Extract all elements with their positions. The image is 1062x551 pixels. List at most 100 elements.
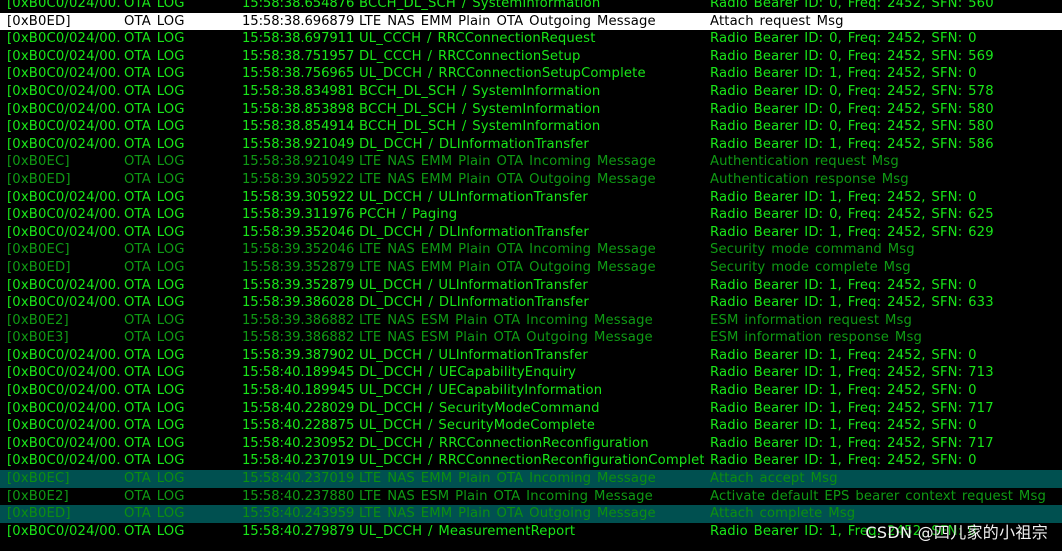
row-message: UL_DCCH / UECapabilityInformation xyxy=(359,383,603,399)
row-type: OTA LOG xyxy=(124,400,185,416)
row-timestamp: 15:58:40.189945 xyxy=(242,365,354,381)
row-timestamp: 15:58:40.228875 xyxy=(242,418,354,434)
log-row[interactable]: [0xB0C0/024/00... OTA LOG 15:58:39.386028 D… xyxy=(0,294,1062,312)
row-code: [0xB0C0/024/00... xyxy=(7,435,120,451)
row-type: OTA LOG xyxy=(124,48,185,64)
log-row[interactable]: [0xB0C0/024/00... OTA LOG 15:58:40.228875 U… xyxy=(0,417,1062,435)
row-message: LTE NAS EMM Plain OTA Outgoing Message xyxy=(359,171,656,187)
log-list[interactable]: [0xB0C0/024/00... OTA LOG 15:58:38.654876 B… xyxy=(0,0,1062,540)
log-row[interactable]: [0xB0C0/024/00... OTA LOG 15:58:39.352046 D… xyxy=(0,224,1062,242)
row-type: OTA LOG xyxy=(124,347,185,363)
row-code: [0xB0C0/024/00... xyxy=(7,101,120,117)
row-timestamp: 15:58:39.352879 xyxy=(242,277,354,293)
row-info: Radio Bearer ID: 0, Freq: 2452, SFN: 560 xyxy=(710,0,994,11)
row-message: UL_DCCH / RRCConnectionReconfigurationCo… xyxy=(359,453,704,469)
log-row[interactable]: [0xB0E3] OTA LOG 15:58:39.386882 LTE NAS ES… xyxy=(0,329,1062,347)
row-code: [0xB0C0/024/00... xyxy=(7,383,120,399)
row-code: [0xB0C0/024/00... xyxy=(7,224,120,240)
row-info: Radio Bearer ID: 1, Freq: 2452, SFN: 586 xyxy=(710,136,994,152)
row-message: UL_CCCH / RRCConnectionRequest xyxy=(359,31,596,47)
row-info: Radio Bearer ID: 1, Freq: 2452, SFN: 0 xyxy=(710,66,977,82)
log-row[interactable]: [0xB0C0/024/00... OTA LOG 15:58:40.189945 U… xyxy=(0,382,1062,400)
log-row[interactable]: [0xB0C0/024/00... OTA LOG 15:58:38.921049 D… xyxy=(0,136,1062,154)
log-row[interactable]: [0xB0C0/024/00... OTA LOG 15:58:39.305922 U… xyxy=(0,189,1062,207)
row-code: [0xB0ED] xyxy=(7,171,71,187)
log-row[interactable]: [0xB0EC] OTA LOG 15:58:40.237019 LTE NAS EM… xyxy=(0,470,1062,488)
row-timestamp: 15:58:39.387902 xyxy=(242,347,354,363)
log-row[interactable]: [0xB0C0/024/00... OTA LOG 15:58:39.352879 U… xyxy=(0,277,1062,295)
row-timestamp: 15:58:40.237019 xyxy=(242,471,354,487)
row-message: LTE NAS EMM Plain OTA Outgoing Message xyxy=(359,259,656,275)
row-info: Radio Bearer ID: 1, Freq: 2452, SFN: 0 xyxy=(710,347,977,363)
row-info: Radio Bearer ID: 0, Freq: 2452, SFN: 625 xyxy=(710,207,994,223)
row-timestamp: 15:58:39.352046 xyxy=(242,242,354,258)
row-timestamp: 15:58:38.834981 xyxy=(242,83,354,99)
log-row[interactable]: [0xB0C0/024/00... OTA LOG 15:58:40.237019 U… xyxy=(0,452,1062,470)
row-message: UL_DCCH / ULInformationTransfer xyxy=(359,189,588,205)
row-code: [0xB0C0/024/00... xyxy=(7,66,120,82)
log-row[interactable]: [0xB0ED] OTA LOG 15:58:39.352879 LTE NAS EM… xyxy=(0,259,1062,277)
row-timestamp: 15:58:40.189945 xyxy=(242,383,354,399)
row-type: OTA LOG xyxy=(124,154,185,170)
row-info: Authentication request Msg xyxy=(710,154,899,170)
row-message: PCCH / Paging xyxy=(359,207,458,223)
row-timestamp: 15:58:39.386882 xyxy=(242,330,354,346)
row-type: OTA LOG xyxy=(124,471,185,487)
row-timestamp: 15:58:39.352879 xyxy=(242,259,354,275)
row-message: LTE NAS EMM Plain OTA Incoming Message xyxy=(359,154,656,170)
row-type: OTA LOG xyxy=(124,418,185,434)
log-row[interactable]: [0xB0ED] OTA LOG 15:58:39.305922 LTE NAS EM… xyxy=(0,171,1062,189)
row-type: OTA LOG xyxy=(124,66,185,82)
row-timestamp: 15:58:40.243959 xyxy=(242,506,354,522)
log-row[interactable]: [0xB0C0/024/00... OTA LOG 15:58:38.834981 B… xyxy=(0,83,1062,101)
row-message: BCCH_DL_SCH / SystemInformation xyxy=(359,0,601,11)
row-type: OTA LOG xyxy=(124,453,185,469)
log-row-selected[interactable]: [0xB0ED] OTA LOG 15:58:38.696879 LTE NAS EM… xyxy=(0,12,1062,31)
row-message: DL_DCCH / UECapabilityEnquiry xyxy=(359,365,577,381)
log-row[interactable]: [0xB0EC] OTA LOG 15:58:38.921049 LTE NAS EM… xyxy=(0,153,1062,171)
log-row[interactable]: [0xB0EC] OTA LOG 15:58:39.352046 LTE NAS EM… xyxy=(0,241,1062,259)
row-code: [0xB0ED] xyxy=(7,506,71,522)
row-type: OTA LOG xyxy=(124,506,185,522)
row-code: [0xB0C0/024/00... xyxy=(7,119,120,135)
row-code: [0xB0C0/024/00... xyxy=(7,136,120,152)
row-timestamp: 15:58:38.751957 xyxy=(242,48,354,64)
row-type: OTA LOG xyxy=(124,277,185,293)
log-row[interactable]: [0xB0C0/024/00... OTA LOG 15:58:38.756965 U… xyxy=(0,65,1062,83)
row-timestamp: 15:58:39.305922 xyxy=(242,171,354,187)
row-message: LTE NAS ESM Plain OTA Incoming Message xyxy=(359,488,653,504)
row-timestamp: 15:58:39.305922 xyxy=(242,189,354,205)
log-row[interactable]: [0xB0C0/024/00... OTA LOG 15:58:39.311976 P… xyxy=(0,206,1062,224)
row-type: OTA LOG xyxy=(124,0,185,11)
row-code: [0xB0C0/024/00... xyxy=(7,48,120,64)
row-type: OTA LOG xyxy=(124,488,185,504)
row-type: OTA LOG xyxy=(124,83,185,99)
log-row[interactable]: [0xB0C0/024/00... OTA LOG 15:58:40.228029 D… xyxy=(0,400,1062,418)
row-code: [0xB0C0/024/00... xyxy=(7,31,120,47)
row-code: [0xB0C0/024/00... xyxy=(7,207,120,223)
csdn-watermark: CSDN @四儿家的小祖宗 xyxy=(865,523,1048,542)
log-row[interactable]: [0xB0C0/024/00... OTA LOG 15:58:38.697911 U… xyxy=(0,30,1062,48)
log-row[interactable]: [0xB0C0/024/00... OTA LOG 15:58:40.230952 D… xyxy=(0,435,1062,453)
row-info: Radio Bearer ID: 1, Freq: 2452, SFN: 717 xyxy=(710,400,994,416)
log-row[interactable]: [0xB0C0/024/00... OTA LOG 15:58:38.854914 B… xyxy=(0,118,1062,136)
row-info: Security mode command Msg xyxy=(710,242,915,258)
log-row[interactable]: [0xB0C0/024/00... OTA LOG 15:58:39.387902 U… xyxy=(0,347,1062,365)
row-type: OTA LOG xyxy=(124,224,185,240)
log-row[interactable]: [0xB0C0/024/00... OTA LOG 15:58:38.853898 B… xyxy=(0,101,1062,119)
log-row[interactable]: [0xB0C0/024/00... OTA LOG 15:58:38.654876 B… xyxy=(0,0,1062,13)
row-message: DL_DCCH / DLInformationTransfer xyxy=(359,295,589,311)
row-timestamp: 15:58:39.311976 xyxy=(242,207,354,223)
row-info: Radio Bearer ID: 1, Freq: 2452, SFN: 0 xyxy=(710,383,977,399)
row-info: Radio Bearer ID: 1, Freq: 2452, SFN: 717 xyxy=(710,435,994,451)
log-row[interactable]: [0xB0C0/024/00... OTA LOG 15:58:38.751957 D… xyxy=(0,48,1062,66)
log-row[interactable]: [0xB0E2] OTA LOG 15:58:39.386882 LTE NAS ES… xyxy=(0,312,1062,330)
row-type: OTA LOG xyxy=(124,136,185,152)
log-row[interactable]: [0xB0E2] OTA LOG 15:58:40.237880 LTE NAS ES… xyxy=(0,488,1062,506)
row-timestamp: 15:58:38.697911 xyxy=(242,31,354,47)
row-type: OTA LOG xyxy=(124,31,185,47)
row-info: Radio Bearer ID: 0, Freq: 2452, SFN: 0 xyxy=(710,31,977,47)
row-info: Radio Bearer ID: 0, Freq: 2452, SFN: 569 xyxy=(710,48,994,64)
row-timestamp: 15:58:38.921049 xyxy=(242,136,354,152)
log-row[interactable]: [0xB0C0/024/00... OTA LOG 15:58:40.189945 D… xyxy=(0,364,1062,382)
